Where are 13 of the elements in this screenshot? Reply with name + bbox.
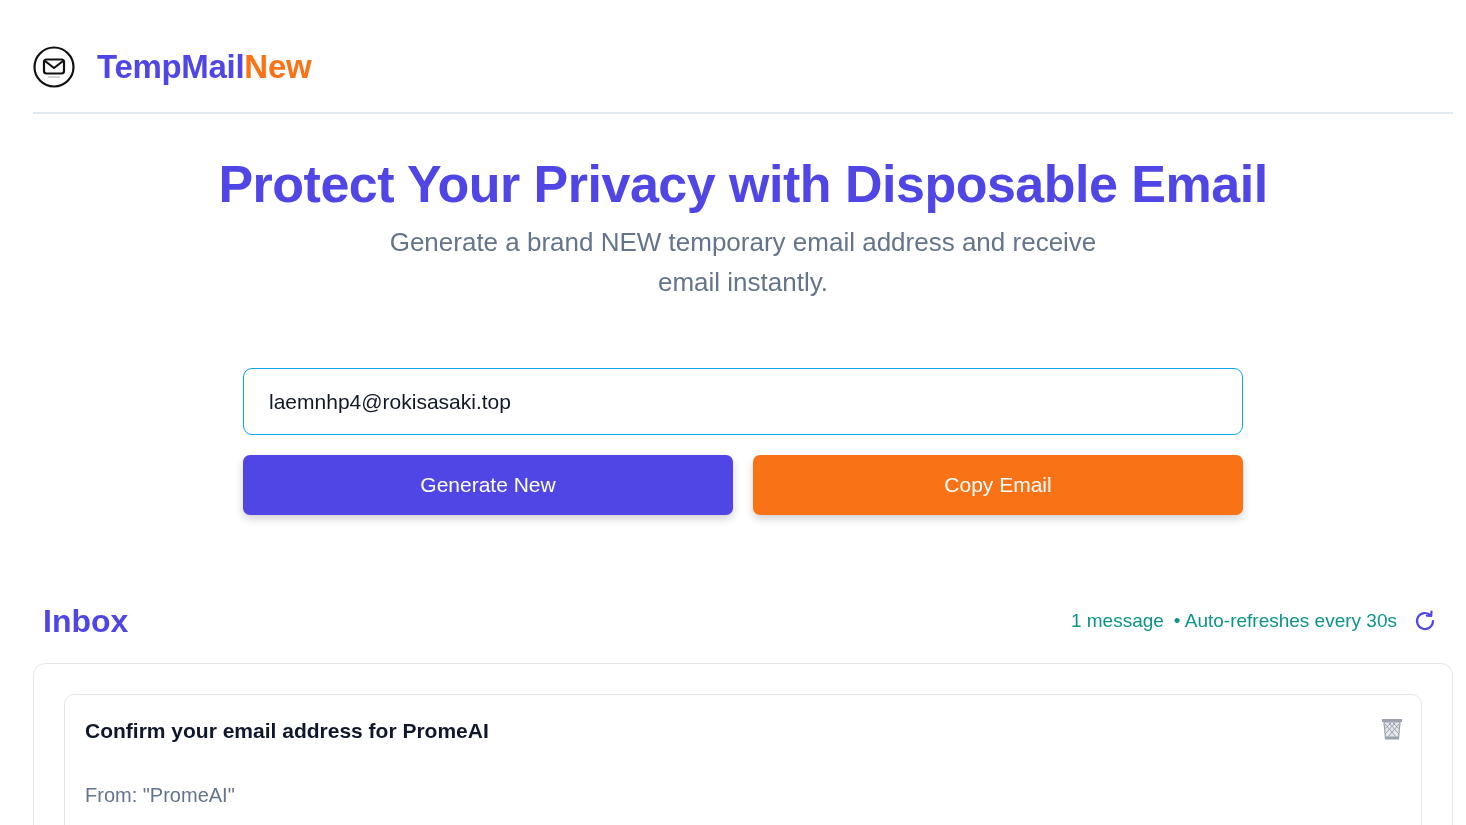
inbox-heading: Inbox <box>43 602 129 640</box>
hero-subtitle: Generate a brand NEW temporary email address and receive email instantly. <box>388 226 1098 299</box>
generate-button[interactable]: Generate New <box>243 455 733 515</box>
message-subject: Confirm your email address for PromeAI <box>85 719 489 743</box>
brand-logo-text[interactable]: TempMailNew <box>97 48 312 86</box>
email-field[interactable]: laemnhp4@rokisasaki.top <box>243 368 1243 435</box>
envelope-logo-icon <box>33 46 75 88</box>
refresh-icon[interactable] <box>1413 609 1437 633</box>
hero-title: Protect Your Privacy with Disposable Email <box>218 154 1268 215</box>
message-count: 1 message <box>1070 610 1164 632</box>
message-sender: From: "PromeAI" <box>85 784 236 807</box>
message-card[interactable]: Confirm your email address for PromeAI From: "PromeAI" <box>64 694 1422 825</box>
auto-refresh-note: • Auto-refreshes every 30s <box>1173 610 1397 632</box>
